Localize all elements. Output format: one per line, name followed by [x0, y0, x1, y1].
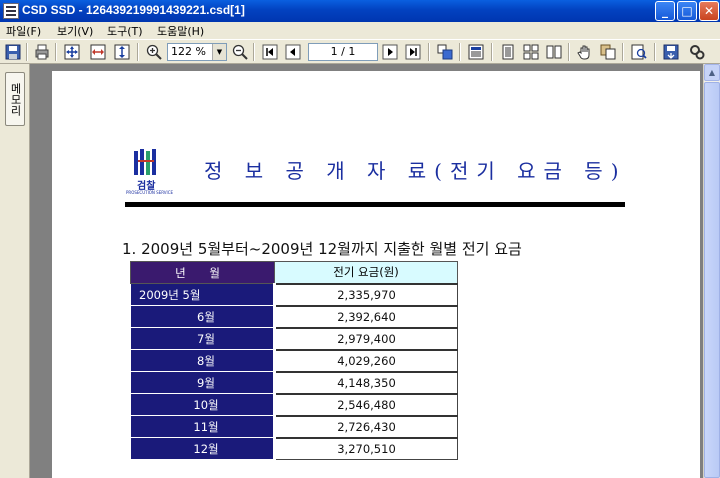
scroll-thumb[interactable] [704, 82, 720, 478]
fit-height-icon[interactable] [113, 43, 131, 61]
thumbnail-icon[interactable] [436, 43, 454, 61]
chevron-down-icon[interactable]: ▼ [212, 44, 226, 60]
next-page-icon[interactable] [381, 43, 399, 61]
maximize-button[interactable]: □ [677, 1, 697, 21]
cost-cell: 3,270,510 [274, 436, 458, 460]
table-row: 9월 4,148,350 [130, 370, 458, 394]
zoom-select[interactable]: 122 % ▼ [167, 43, 227, 61]
document-page: 검찰 PROSECUTION SERVICE 정 보 공 개 자 료(전기 요금… [52, 71, 700, 478]
title-rule [125, 202, 625, 207]
menu-help[interactable]: 도움말(H) [157, 23, 204, 39]
menu-bar: 파일(F) 보기(V) 도구(T) 도움말(H) [0, 22, 720, 39]
month-cell: 6월 [130, 305, 276, 328]
app-icon[interactable] [3, 3, 19, 19]
vertical-scrollbar[interactable]: ▲ [703, 64, 720, 478]
cost-cell: 2,335,970 [274, 282, 458, 306]
electricity-table: 년 월 전기 요금(원) 2009년 5월 2,335,970 6월 2,392… [130, 261, 458, 460]
page-title: 정 보 공 개 자 료(전기 요금 등) [204, 159, 627, 183]
zoom-in-icon[interactable] [145, 43, 163, 61]
month-cell: 10월 [130, 393, 276, 416]
table-row: 10월 2,546,480 [130, 392, 458, 416]
col-header-month: 년 월 [130, 261, 275, 284]
fit-width-icon[interactable] [89, 43, 107, 61]
settings-icon[interactable] [688, 43, 706, 61]
table-row: 12월 3,270,510 [130, 436, 458, 460]
window-title: CSD SSD - 126439219991439221.csd[1] [22, 3, 245, 17]
menu-view[interactable]: 보기(V) [57, 23, 93, 39]
bookmark-icon[interactable] [467, 43, 485, 61]
prev-page-icon[interactable] [284, 43, 302, 61]
multi-page-icon[interactable] [522, 43, 540, 61]
title-bar: CSD SSD - 126439219991439221.csd[1] _ □ … [0, 0, 720, 22]
month-cell: 7월 [130, 327, 276, 350]
month-cell: 8월 [130, 349, 276, 372]
scroll-up-icon[interactable]: ▲ [704, 64, 720, 81]
cost-cell: 2,392,640 [274, 304, 458, 328]
copy-icon[interactable] [599, 43, 617, 61]
single-page-icon[interactable] [499, 43, 517, 61]
month-cell: 11월 [130, 415, 276, 438]
section-heading: 1. 2009년 5월부터~2009년 12월까지 지출한 월별 전기 요금 [122, 240, 522, 258]
close-button[interactable]: ✕ [699, 1, 719, 21]
export-icon[interactable] [662, 43, 680, 61]
month-cell: 12월 [130, 437, 276, 460]
zoom-value: 122 % [171, 45, 206, 58]
col-header-cost: 전기 요금(원) [274, 261, 458, 284]
document-viewport[interactable]: 검찰 PROSECUTION SERVICE 정 보 공 개 자 료(전기 요금… [30, 64, 703, 478]
month-cell: 2009년 5월 [130, 283, 276, 306]
zoom-out-icon[interactable] [231, 43, 249, 61]
toolbar: 122 % ▼ 1 / 1 [0, 39, 720, 64]
print-icon[interactable] [33, 43, 51, 61]
menu-tools[interactable]: 도구(T) [107, 23, 143, 39]
table-row: 6월 2,392,640 [130, 304, 458, 328]
minimize-button[interactable]: _ [655, 1, 675, 21]
cost-cell: 2,726,430 [274, 414, 458, 438]
hand-tool-icon[interactable] [576, 43, 594, 61]
memo-tab[interactable]: 메모리 [5, 72, 25, 126]
fit-page-icon[interactable] [63, 43, 81, 61]
cost-cell: 4,029,260 [274, 348, 458, 372]
last-page-icon[interactable] [404, 43, 422, 61]
table-row: 11월 2,726,430 [130, 414, 458, 438]
two-page-icon[interactable] [545, 43, 563, 61]
table-row: 7월 2,979,400 [130, 326, 458, 350]
menu-file[interactable]: 파일(F) [6, 23, 41, 39]
cost-cell: 2,979,400 [274, 326, 458, 350]
save-icon[interactable] [4, 43, 22, 61]
table-header-row: 년 월 전기 요금(원) [130, 261, 458, 284]
month-cell: 9월 [130, 371, 276, 394]
side-panel: 메모리 [0, 64, 30, 478]
logo-subtitle: PROSECUTION SERVICE [126, 190, 174, 195]
find-text-icon[interactable] [630, 43, 648, 61]
cost-cell: 4,148,350 [274, 370, 458, 394]
table-row: 2009년 5월 2,335,970 [130, 282, 458, 306]
cost-cell: 2,546,480 [274, 392, 458, 416]
first-page-icon[interactable] [261, 43, 279, 61]
page-number-input[interactable]: 1 / 1 [308, 43, 378, 61]
table-row: 8월 4,029,260 [130, 348, 458, 372]
